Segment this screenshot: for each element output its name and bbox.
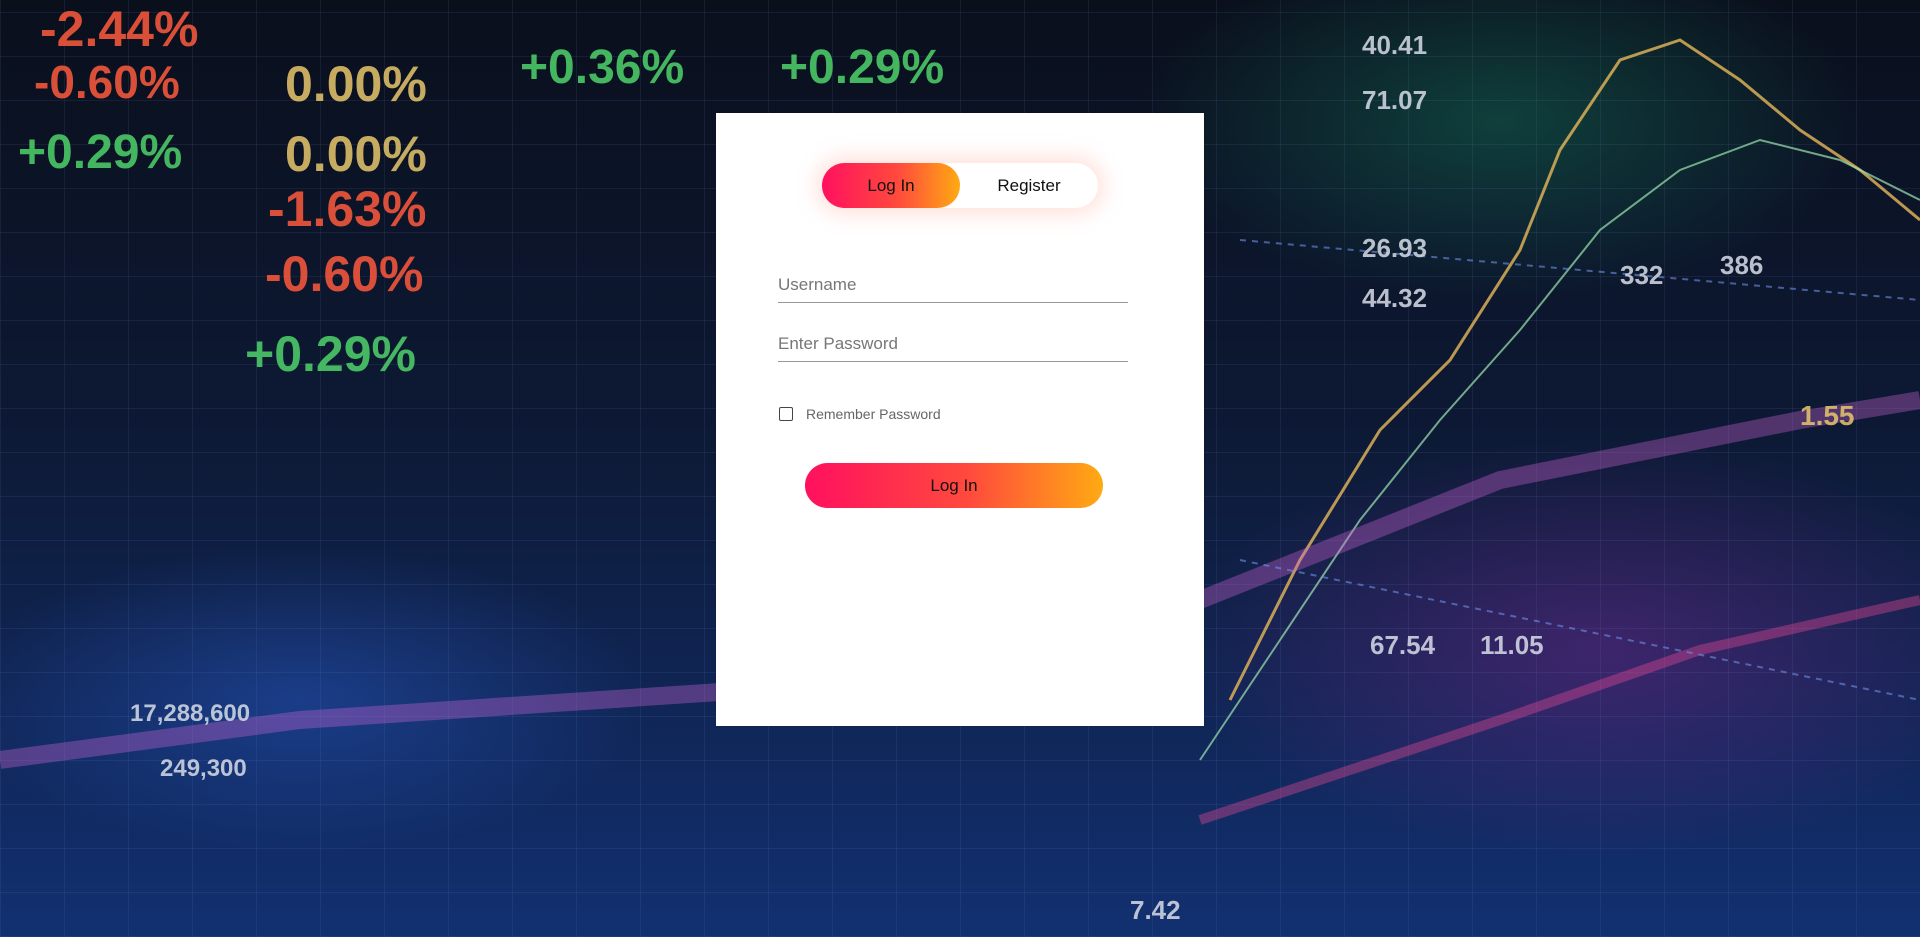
bg-ticker: 11.05 xyxy=(1480,630,1544,660)
bg-ticker: +0.29% xyxy=(245,326,416,382)
bg-ticker: -0.60% xyxy=(34,56,180,108)
bg-ticker: +0.29% xyxy=(780,41,945,94)
bg-ticker: 71.07 xyxy=(1362,85,1428,115)
bg-ticker: 386 xyxy=(1720,250,1764,280)
tab-login[interactable]: Log In xyxy=(822,163,960,208)
remember-password-label: Remember Password xyxy=(806,406,941,422)
bg-ticker: 0.00% xyxy=(285,126,427,182)
bg-ticker: 67.54 xyxy=(1370,630,1436,660)
bg-ticker: 17,288,600 xyxy=(130,700,251,727)
login-panel: Log In Register Remember Password Log In xyxy=(716,113,1204,726)
login-submit-button[interactable]: Log In xyxy=(805,463,1103,508)
password-input[interactable] xyxy=(778,326,1128,362)
bg-ticker: +0.36% xyxy=(520,41,685,94)
bg-ticker: -1.63% xyxy=(268,181,427,237)
bg-ticker: 44.32 xyxy=(1362,283,1428,313)
auth-mode-toggle: Log In Register xyxy=(822,163,1098,208)
bg-ticker: 40.41 xyxy=(1362,30,1428,60)
bg-ticker: 249,300 xyxy=(160,755,247,782)
bg-ticker: +0.29% xyxy=(18,126,183,179)
remember-password-checkbox[interactable] xyxy=(779,407,793,421)
bg-ticker: -0.60% xyxy=(265,246,424,302)
bg-ticker: 332 xyxy=(1620,260,1664,290)
bg-ticker: 26.93 xyxy=(1362,233,1428,263)
bg-ticker: 1.55 xyxy=(1800,400,1855,431)
bg-ticker: 7.42 xyxy=(1130,895,1181,925)
bg-ticker: 0.00% xyxy=(285,56,427,112)
bg-ticker: -2.44% xyxy=(40,1,199,57)
tab-register[interactable]: Register xyxy=(960,163,1098,208)
remember-password-row: Remember Password xyxy=(779,406,941,422)
username-input[interactable] xyxy=(778,267,1128,303)
